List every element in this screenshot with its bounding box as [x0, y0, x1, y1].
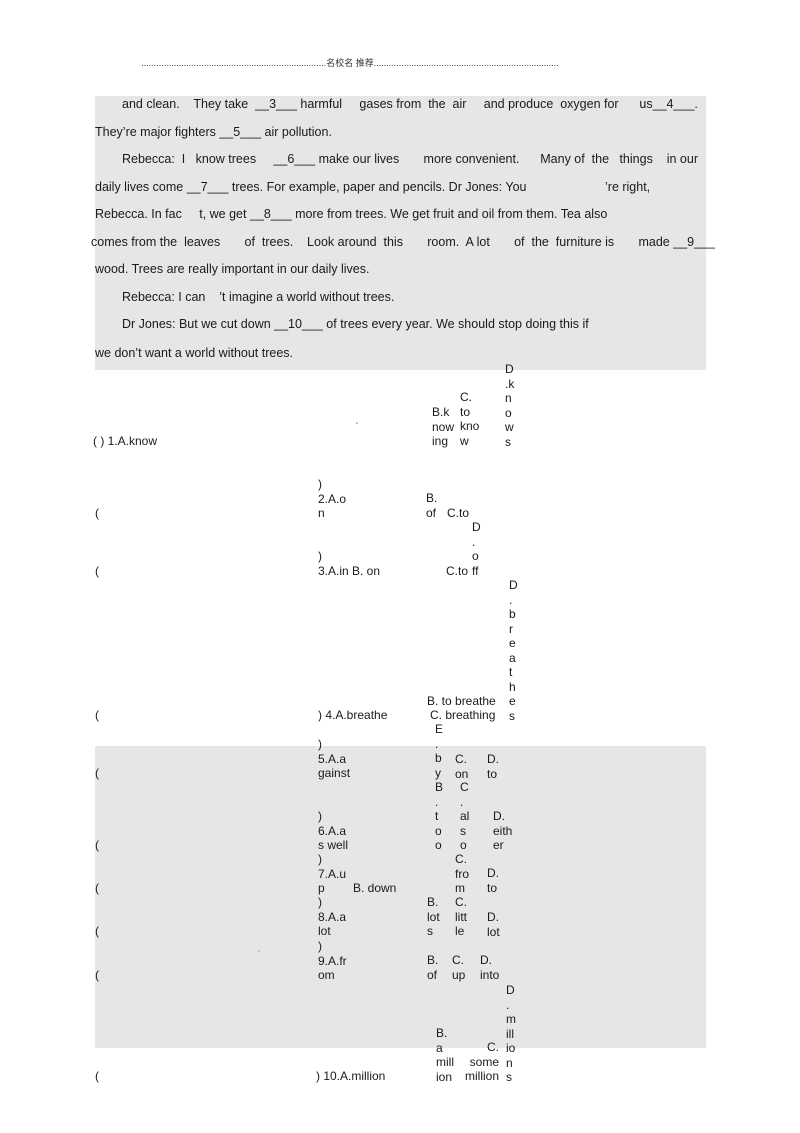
header-dots-left: ........................................…	[141, 58, 327, 68]
question-7-option-c: C. fro m	[455, 852, 470, 895]
question-9-option-c: C. up	[452, 953, 466, 982]
question-8-stem: ) 8.A.a lot	[318, 895, 347, 938]
page-header: ........................................…	[140, 56, 560, 69]
question-2-open-paren: (	[95, 506, 99, 520]
question-7-stem: ) 7.A.u p	[318, 852, 347, 895]
question-5-option-c: C. on	[455, 752, 469, 781]
question-10-option-c: C. some million	[465, 1040, 500, 1083]
question-7-option-b: B. down	[353, 881, 397, 895]
passage-line: daily lives come __7___ trees. For examp…	[95, 180, 527, 194]
passage-line: we don’t want a world without trees.	[95, 346, 294, 360]
question-9-open-paren: (	[95, 968, 99, 982]
question-8-option-b: B. lot s	[427, 895, 440, 938]
question-3-stem: ) 3.A.in	[318, 549, 349, 578]
question-5-open-paren: (	[95, 766, 99, 780]
question-8-option-c: C. litt le	[455, 895, 467, 938]
passage-line: comes from the leaves of trees. Look aro…	[91, 235, 715, 249]
question-6-stem: ) 6.A.a s well	[318, 809, 349, 852]
question-8-option-d: D. lot	[487, 910, 500, 939]
question-3-option-b: B. on	[352, 564, 381, 578]
question-6-option-b: B . t o o	[435, 780, 444, 852]
question-2-option-d: D . o ff	[472, 520, 481, 578]
question-1-option-c: C. to kno w	[460, 390, 480, 448]
passage-line: They’re major fighters __5___ air pollut…	[95, 125, 332, 139]
question-5-option-b: E . b y	[435, 722, 444, 780]
question-7-option-d: D. to	[487, 866, 499, 895]
question-9-stem: ) 9.A.fr om	[318, 939, 347, 982]
question-3-option-c: C.to	[446, 564, 469, 578]
passage-line: Rebecca. In fac t, we get __8___ more fr…	[95, 207, 608, 221]
stray-dot	[356, 422, 358, 424]
question-1-option-d: D .k n o w s	[505, 362, 515, 449]
question-2-option-c: C.to	[447, 506, 470, 520]
passage-line: wood. Trees are really important in our …	[95, 262, 370, 276]
question-8-open-paren: (	[95, 924, 99, 938]
question-6-open-paren: (	[95, 838, 99, 852]
question-4-option-b: B. to breathe	[427, 694, 496, 708]
passage-line: Rebecca: I know trees __6___ make our li…	[122, 152, 698, 166]
question-1-option-b: B.k now ing	[432, 405, 455, 448]
question-9-option-d: D. into	[480, 953, 500, 982]
question-4-open-paren: (	[95, 708, 99, 722]
question-4-option-c: C. breathing	[430, 708, 496, 722]
question-6-option-d: D. eith er	[493, 809, 513, 852]
question-1-stem: ( ) 1.A.know	[93, 434, 158, 448]
passage-line: ’re right,	[605, 180, 651, 194]
questions-background	[95, 746, 706, 1048]
question-5-stem: ) 5.A.a gainst	[318, 737, 351, 780]
passage-line: Dr Jones: But we cut down __10___ of tre…	[122, 317, 589, 331]
question-7-open-paren: (	[95, 881, 99, 895]
question-10-option-d: D . m ill io n s	[506, 983, 516, 1084]
question-5-option-d: D. to	[487, 752, 499, 781]
passage-line: Rebecca: I can ’t imagine a world withou…	[122, 290, 395, 304]
question-10-option-b: B. a mill ion	[436, 1026, 454, 1084]
question-4-stem: ) 4.A.breathe	[318, 708, 388, 722]
question-2-option-b: B. of	[426, 491, 438, 520]
question-4-option-d: D . b r e a t h e s	[509, 578, 518, 723]
passage-line: and clean. They take __3___ harmful gase…	[122, 97, 698, 111]
question-10-stem: ) 10.A.million	[316, 1069, 386, 1083]
header-title: 名校名 推荐	[326, 58, 374, 68]
question-10-open-paren: (	[95, 1069, 99, 1083]
question-3-open-paren: (	[95, 564, 99, 578]
question-6-option-c: C . al s o	[460, 780, 470, 852]
question-2-stem: ) 2.A.o n	[318, 477, 347, 520]
question-9-option-b: B. of	[427, 953, 439, 982]
header-dots-right: ........................................…	[373, 58, 559, 68]
stray-dot	[258, 950, 260, 952]
